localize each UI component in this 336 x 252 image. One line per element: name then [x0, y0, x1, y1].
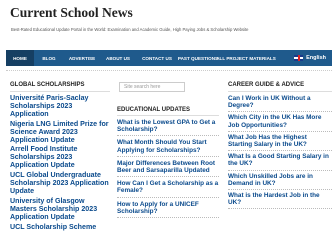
- updates-list: What is the Lowest GPA to Get a Scholars…: [117, 118, 219, 220]
- nav-project-materials[interactable]: ALL PROJECT MATERIALS: [216, 50, 276, 66]
- divider: [6, 70, 332, 71]
- global-scholarships-heading: GLOBAL SCHOLARSHIPS: [10, 82, 85, 88]
- list-item[interactable]: What Month Should You Start Applying for…: [117, 138, 219, 157]
- list-item[interactable]: What Is a Good Starting Salary in the UK…: [228, 153, 332, 171]
- list-item[interactable]: What is the Lowest GPA to Get a Scholars…: [117, 118, 219, 137]
- educational-updates-heading: EDUCATIONAL UPDATES: [117, 107, 191, 113]
- list-item[interactable]: What is the Hardest Job in the UK?: [228, 192, 332, 210]
- list-item[interactable]: Arrell Food Institute Scholarships 2023 …: [10, 146, 110, 170]
- list-item[interactable]: Université Paris-Saclay Scholarships 202…: [10, 94, 110, 119]
- list-item[interactable]: What Job Has the Highest Starting Salary…: [228, 134, 332, 152]
- divider: [10, 91, 110, 92]
- divider: [228, 91, 332, 92]
- site-logo[interactable]: Current School News: [10, 5, 133, 21]
- list-item[interactable]: Major Differences Between Root Beer and …: [117, 159, 219, 178]
- list-item[interactable]: UCL Scholarship Scheme: [10, 223, 110, 232]
- list-item[interactable]: Which Unskilled Jobs are in Demand in UK…: [228, 173, 332, 191]
- language-selector[interactable]: English: [294, 55, 332, 61]
- nav-blog[interactable]: BLOG: [34, 50, 64, 66]
- nav-past-questions[interactable]: PAST QUESTIONS: [178, 50, 218, 66]
- nav-contact-us[interactable]: CONTACT US: [136, 50, 178, 66]
- main-nav: HOME BLOG ADVERTISE ABOUT US CONTACT US …: [6, 50, 332, 66]
- list-item[interactable]: How Can I Get a Scholarship as a Female?: [117, 179, 219, 198]
- career-list: Can I Work in UK Without a Degree? Which…: [228, 95, 332, 211]
- list-item[interactable]: UCL Global Undergraduate Scholarship 202…: [10, 171, 110, 196]
- uk-flag-icon: [294, 55, 304, 61]
- divider: [117, 115, 219, 116]
- list-item[interactable]: Can I Work in UK Without a Degree?: [228, 95, 332, 113]
- nav-home[interactable]: HOME: [6, 50, 34, 66]
- scholarships-list: Université Paris-Saclay Scholarships 202…: [10, 94, 110, 234]
- site-tagline: Best-Rated Educational Update Portal in …: [11, 27, 249, 32]
- nav-about-us[interactable]: ABOUT US: [100, 50, 136, 66]
- list-item[interactable]: Nigeria LNG Limited Prize for Science Aw…: [10, 120, 110, 145]
- list-item[interactable]: University of Glasgow Masters Scholarshi…: [10, 197, 110, 222]
- list-item[interactable]: How to Apply for a UNICEF Scholarship?: [117, 200, 219, 219]
- list-item[interactable]: Which City in the UK Has More Job Opport…: [228, 114, 332, 132]
- nav-advertise[interactable]: ADVERTISE: [64, 50, 100, 66]
- search-input[interactable]: Site search here: [119, 82, 185, 92]
- language-label: English: [306, 55, 326, 61]
- career-guide-heading: CAREER GUIDE & ADVICE: [228, 82, 305, 88]
